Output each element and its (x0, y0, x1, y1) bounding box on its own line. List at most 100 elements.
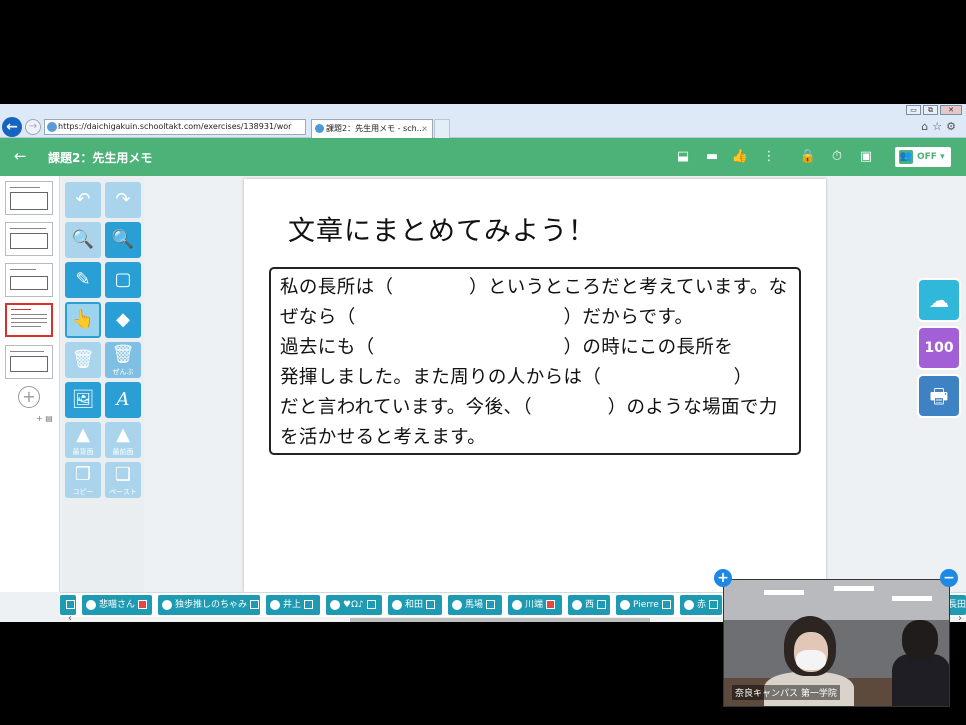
avatar (512, 600, 522, 610)
address-bar[interactable]: https://daichigakuin.schooltakt.com/exer… (44, 119, 306, 135)
student-chip[interactable]: 悲喵さん (82, 595, 152, 615)
undo-button[interactable]: ↶ (65, 182, 101, 218)
image-icon: 🖼 (71, 389, 95, 410)
bring-to-front-button[interactable]: ▲ 最前面 (105, 422, 141, 458)
select-rect-icon: ▢ (114, 269, 132, 290)
face-mask (796, 650, 826, 670)
pointer-button[interactable]: 👆 (65, 302, 101, 338)
delete-button[interactable]: 🗑 (65, 342, 101, 378)
checkbox-icon (546, 600, 556, 609)
select-rect-button[interactable]: ▢ (105, 262, 141, 298)
address-row: ← → https://daichigakuin.schooltakt.com/… (0, 116, 966, 138)
browser-toolbar-icons[interactable]: ⌂☆⚙ (921, 120, 960, 133)
student-chip[interactable]: 井上 (266, 595, 320, 615)
add-page-button[interactable]: + (18, 386, 40, 408)
checkbox-icon (366, 600, 376, 609)
score-icon: 100 (924, 340, 954, 356)
send-to-back-label: 最背面 (72, 448, 94, 456)
timer-icon[interactable]: ⏱ (828, 148, 846, 166)
avatar (620, 600, 630, 610)
checkbox-icon (709, 600, 719, 609)
layer-back-icon: ▲ (76, 424, 90, 445)
ai-assist-button[interactable]: ☁ (917, 278, 961, 322)
student-chip[interactable]: 川端 (508, 595, 562, 615)
tool-palette: ↶ ↷ 🔍 🔍 ✎ ▢ 👆 ◆ 🗑 🗑 ぜんぶ 🖼 A ▲ 最背面 ▲ 最前面 ❐ コピ… (62, 176, 144, 592)
student-chip[interactable]: 和田 (388, 595, 442, 615)
eraser-icon: ◆ (116, 309, 130, 330)
scroll-right-icon[interactable]: › (958, 613, 962, 622)
avatar (270, 600, 280, 610)
new-tab-button[interactable] (434, 119, 450, 138)
send-to-back-button[interactable]: ▲ 最背面 (65, 422, 101, 458)
checkbox-icon (304, 600, 314, 609)
webcam-label: 奈良キャンパス 第一学院 (732, 685, 840, 700)
printer-icon: 🖶 (929, 384, 949, 408)
text-line: 発揮しました。また周りの人からは（ ） (280, 367, 753, 388)
checkbox-icon (138, 600, 148, 609)
student-name: 長田 (948, 600, 966, 610)
pen-button[interactable]: ✎ (65, 262, 101, 298)
page-thumbnail[interactable] (5, 181, 53, 215)
browser-forward-button[interactable]: → (25, 119, 41, 135)
app-header: ← 課題2：先生用メモ ⬓ ▬ 👍 ⋮ 🔒 ⏱ ▣ 👥 OFF ▾ (0, 138, 966, 176)
zoom-in-button[interactable]: 🔍 (105, 222, 141, 258)
score-button[interactable]: 100 (917, 326, 961, 370)
student-chip[interactable]: 馬場 (448, 595, 502, 615)
page-thumbnail[interactable] (5, 345, 53, 379)
text-button[interactable]: A (105, 382, 141, 418)
text-line: だと言われています。今後、（ ）のような場面で力 (280, 397, 778, 418)
comment-icon[interactable]: ▬ (703, 148, 721, 166)
tab-close-icon[interactable]: × (421, 120, 428, 137)
restore-button[interactable]: ⧉ (923, 105, 938, 115)
scrollbar-thumb[interactable] (350, 618, 650, 622)
zoom-out-button[interactable]: 🔍 (65, 222, 101, 258)
student-chip[interactable]: 西 (568, 595, 610, 615)
copy-button[interactable]: ❐ コピー (65, 462, 101, 498)
more-icon[interactable]: ⋮ (760, 148, 778, 166)
avatar (684, 600, 694, 610)
screen: ▭ ⧉ ✕ ← → https://daichigakuin.schooltak… (0, 0, 966, 725)
student-name: 井上 (283, 600, 302, 610)
student-name: 和田 (405, 600, 424, 610)
student-chip[interactable]: Pierre (616, 595, 674, 615)
page-thumbnail[interactable] (5, 222, 53, 256)
minimize-button[interactable]: ▭ (906, 105, 921, 115)
redo-icon: ↷ (115, 189, 131, 210)
worksheet-heading: 文章にまとめてみよう！ (288, 216, 596, 247)
lock-icon[interactable]: 🔒 (799, 148, 817, 166)
trash-all-icon: 🗑 (111, 344, 135, 365)
print-button[interactable]: 🖶 (917, 374, 961, 418)
screen-share-icon[interactable]: ▣ (857, 148, 875, 166)
share-toggle[interactable]: 👥 OFF ▾ (895, 147, 951, 167)
image-button[interactable]: 🖼 (65, 382, 101, 418)
page-thumbnail[interactable] (5, 263, 53, 297)
redo-button[interactable]: ↷ (105, 182, 141, 218)
browser-tab[interactable]: 課題2：先生用メモ - sch... × (311, 119, 433, 138)
avatar (162, 600, 172, 610)
webcam-expand-button[interactable]: + (714, 569, 732, 587)
paste-button[interactable]: ❏ ペースト (105, 462, 141, 498)
browser-back-button[interactable]: ← (2, 117, 22, 137)
page-thumbnail-active[interactable] (5, 303, 53, 337)
thumbs-up-icon[interactable]: 👍 (731, 148, 749, 166)
student-chip[interactable]: ♥Ω♪ (326, 595, 382, 615)
scroll-left-icon[interactable]: ‹ (68, 613, 72, 622)
avatar (86, 600, 96, 610)
webcam-minimize-button[interactable]: − (940, 569, 958, 587)
student-chip[interactable]: 独歩推しのちゃみ (158, 595, 260, 615)
close-button[interactable]: ✕ (940, 105, 962, 115)
student-chip[interactable] (60, 595, 76, 615)
eraser-button[interactable]: ◆ (105, 302, 141, 338)
text-line: 過去にも（ ）の時にこの長所を (280, 337, 734, 358)
delete-all-label: ぜんぶ (112, 368, 134, 376)
add-page-small-button[interactable]: + ▤ (36, 414, 53, 423)
presentation-icon[interactable]: ⬓ (674, 148, 692, 166)
delete-all-button[interactable]: 🗑 ぜんぶ (105, 342, 141, 378)
student-chip[interactable]: 赤 (680, 595, 722, 615)
worksheet-canvas[interactable]: 文章にまとめてみよう！ 私の長所は（ ）というところだと考えています。な ぜなら… (244, 179, 826, 592)
student-name: 馬場 (465, 600, 484, 610)
back-arrow-icon[interactable]: ← (14, 147, 27, 165)
worksheet-text-box: 私の長所は（ ）というところだと考えています。な ぜなら（ ）だからです。 過去… (269, 267, 801, 455)
paste-label: ペースト (109, 488, 137, 496)
webcam-overlay[interactable]: 奈良キャンパス 第一学院 (723, 579, 950, 707)
